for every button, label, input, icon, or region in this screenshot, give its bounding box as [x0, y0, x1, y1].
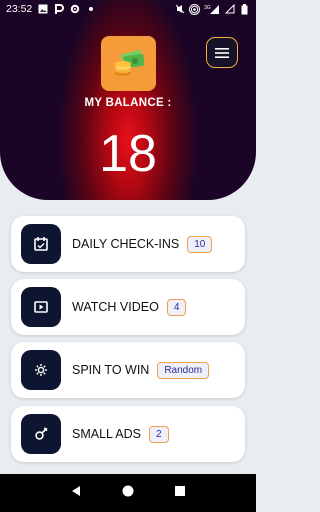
task-label: WATCH VIDEO	[72, 300, 159, 314]
battery-icon	[239, 3, 250, 15]
task-label: DAILY CHECK-INS	[72, 237, 180, 251]
task-label: SPIN TO WIN	[72, 363, 150, 377]
mute-icon	[174, 4, 185, 15]
calendar-icon	[21, 224, 61, 264]
task-card-daily-check-ins[interactable]: DAILY CHECK-INS 10	[11, 216, 245, 272]
task-badge: 2	[149, 425, 169, 443]
balance-label: MY BALANCE :	[84, 97, 172, 109]
parking-notification-icon	[53, 3, 64, 15]
menu-button[interactable]	[206, 37, 238, 68]
task-badge: 10	[187, 235, 213, 253]
back-icon[interactable]	[69, 484, 83, 503]
home-icon[interactable]	[121, 484, 135, 503]
status-time: 23:52	[6, 3, 33, 15]
spin-icon	[21, 350, 61, 390]
task-badge: Random	[157, 361, 210, 379]
task-card-watch-video[interactable]: WATCH VIDEO 4	[11, 279, 245, 335]
svg-text:3G: 3G	[204, 5, 211, 11]
balance-value: 18	[99, 125, 157, 183]
hamburger-icon	[215, 47, 229, 58]
dot-icon	[85, 4, 96, 15]
play-video-icon	[21, 287, 61, 327]
task-card-spin-to-win[interactable]: SPIN TO WIN Random	[11, 342, 245, 398]
hotspot-icon	[189, 3, 200, 15]
coins-money-icon	[101, 36, 156, 91]
system-nav-bar	[0, 474, 256, 512]
image-notification-icon	[37, 4, 48, 15]
task-label: SMALL ADS	[72, 427, 142, 441]
task-badge: 4	[166, 298, 187, 316]
status-bar: 23:52 3G	[0, 0, 256, 18]
no-signal-icon	[224, 4, 235, 15]
settings-notification-icon	[69, 4, 80, 15]
signal-icon: 3G	[204, 4, 220, 15]
ad-icon	[21, 414, 61, 454]
recents-icon[interactable]	[173, 484, 187, 503]
task-card-small-ads[interactable]: SMALL ADS 2	[11, 406, 245, 462]
